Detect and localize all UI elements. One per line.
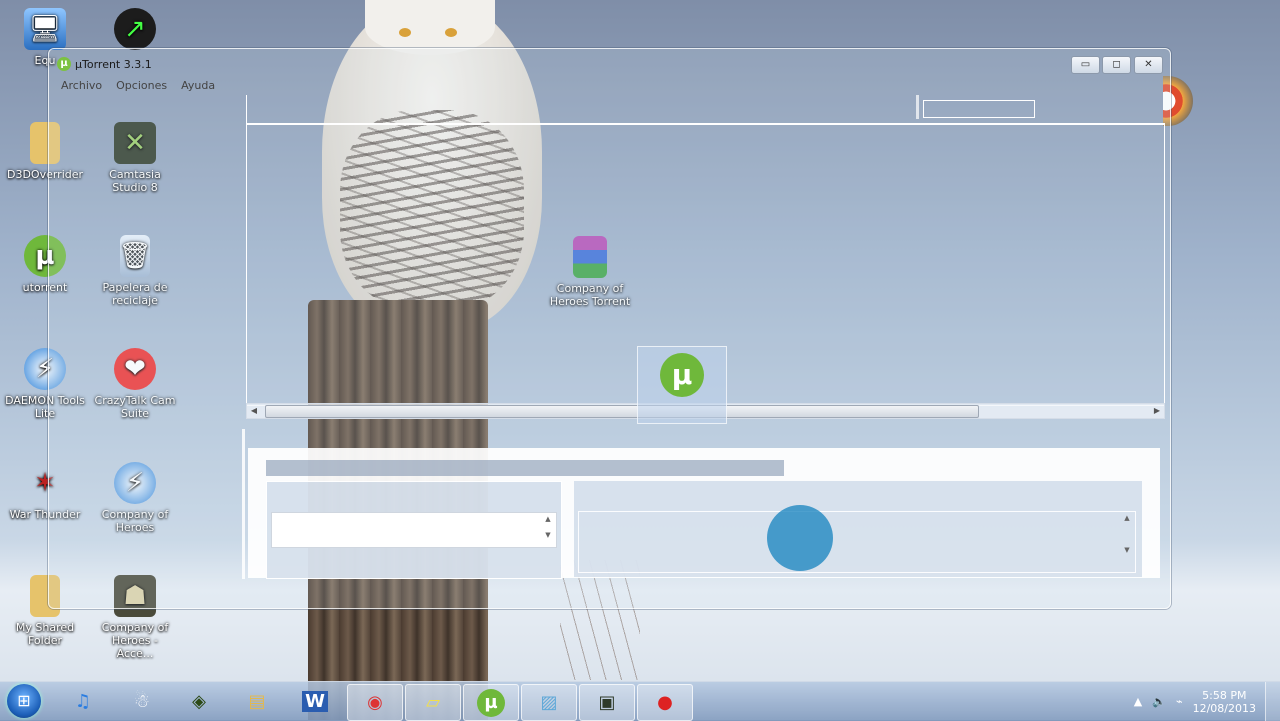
show-hidden-icons-icon[interactable]: ▲ [1134, 695, 1142, 708]
menu-bar: Archivo Opciones Ayuda [55, 77, 215, 95]
click-indicator [767, 505, 833, 571]
taskbar-itunes[interactable]: ♫ [56, 684, 110, 719]
app-icon: ◈ [192, 691, 206, 712]
panel-splitter[interactable] [242, 429, 245, 579]
start-button[interactable]: ⊞ [4, 683, 44, 720]
utorrent-window[interactable]: µ µTorrent 3.3.1 ▭ ◻ ✕ Archivo Opciones … [48, 48, 1171, 609]
taskbar-notepad[interactable]: ▨ [521, 684, 577, 721]
notes-icon: ▱ [426, 692, 440, 713]
app-icon: ↗ [114, 8, 156, 50]
computer-icon: 🖥 [24, 8, 66, 50]
word-icon: W [302, 691, 328, 712]
itunes-icon: ♫ [74, 691, 92, 712]
vertical-scrollbar[interactable]: ▲ ▼ [542, 515, 554, 545]
taskbar-word[interactable]: W [288, 684, 342, 719]
toolbar-separator [916, 95, 919, 119]
scrollbar-thumb[interactable] [265, 405, 979, 418]
clock-time: 5:58 PM [1202, 688, 1247, 702]
search-input[interactable] [923, 100, 1035, 118]
vertical-scrollbar[interactable]: ▲ ▼ [1121, 514, 1133, 570]
recorder-icon: ● [657, 692, 673, 713]
folder-icon: ▤ [248, 691, 266, 712]
details-left-pane: ▲ ▼ [266, 481, 562, 579]
menu-ayuda[interactable]: Ayuda [181, 77, 215, 95]
clock[interactable]: 5:58 PM 12/08/2013 [1193, 689, 1256, 715]
details-right-field[interactable]: ▲ ▼ [578, 511, 1136, 573]
details-panel: ▲ ▼ ▲ ▼ [248, 448, 1160, 579]
notepad-icon: ▨ [540, 692, 558, 713]
taskbar-recorder[interactable]: ● [637, 684, 693, 721]
maximize-button[interactable]: ◻ [1102, 56, 1131, 74]
camtasia-icon: ▣ [598, 692, 616, 713]
details-left-field[interactable]: ▲ ▼ [271, 512, 557, 548]
close-button[interactable]: ✕ [1134, 56, 1163, 74]
taskbar-pidgin[interactable]: ☃ [115, 684, 169, 719]
utorrent-icon: µ [57, 57, 71, 71]
wallpaper-owl-head [365, 0, 495, 55]
details-right-pane: ▲ ▼ [574, 481, 1142, 577]
scroll-left-icon[interactable]: ◀ [247, 404, 261, 418]
minimize-button[interactable]: ▭ [1071, 56, 1100, 74]
chrome-icon: ◉ [367, 692, 383, 713]
window-title: µTorrent 3.3.1 [75, 58, 152, 71]
window-titlebar[interactable]: µ µTorrent 3.3.1 ▭ ◻ ✕ [49, 49, 1170, 79]
clock-date: 12/08/2013 [1192, 701, 1256, 715]
dragged-utorrent-icon[interactable]: µ [637, 346, 727, 424]
scroll-right-icon[interactable]: ▶ [1150, 404, 1164, 418]
taskbar-notes[interactable]: ▱ [405, 684, 461, 721]
utorrent-icon: µ [660, 353, 704, 397]
taskbar-app[interactable]: ◈ [172, 684, 226, 719]
system-tray: ▲ 🔈 ⌁ 5:58 PM 12/08/2013 [1134, 682, 1280, 721]
menu-opciones[interactable]: Opciones [116, 77, 167, 95]
taskbar-camtasia[interactable]: ▣ [579, 684, 635, 721]
taskbar: ⊞ ♫ ☃ ◈ ▤ W ◉ ▱ µ ▨ ▣ ● ▲ 🔈 ⌁ 5:58 PM 12… [0, 681, 1280, 721]
utorrent-icon: µ [477, 688, 505, 717]
show-desktop-button[interactable] [1265, 682, 1280, 721]
menu-archivo[interactable]: Archivo [61, 77, 102, 95]
volume-icon[interactable]: 🔈 [1152, 695, 1166, 708]
taskbar-utorrent[interactable]: µ [463, 684, 519, 721]
windows-logo-icon: ⊞ [7, 684, 41, 718]
details-tabs[interactable] [266, 460, 784, 476]
network-icon[interactable]: ⌁ [1176, 695, 1183, 708]
taskbar-explorer[interactable]: ▤ [230, 684, 284, 719]
taskbar-chrome[interactable]: ◉ [347, 684, 403, 721]
pidgin-icon: ☃ [133, 691, 151, 712]
